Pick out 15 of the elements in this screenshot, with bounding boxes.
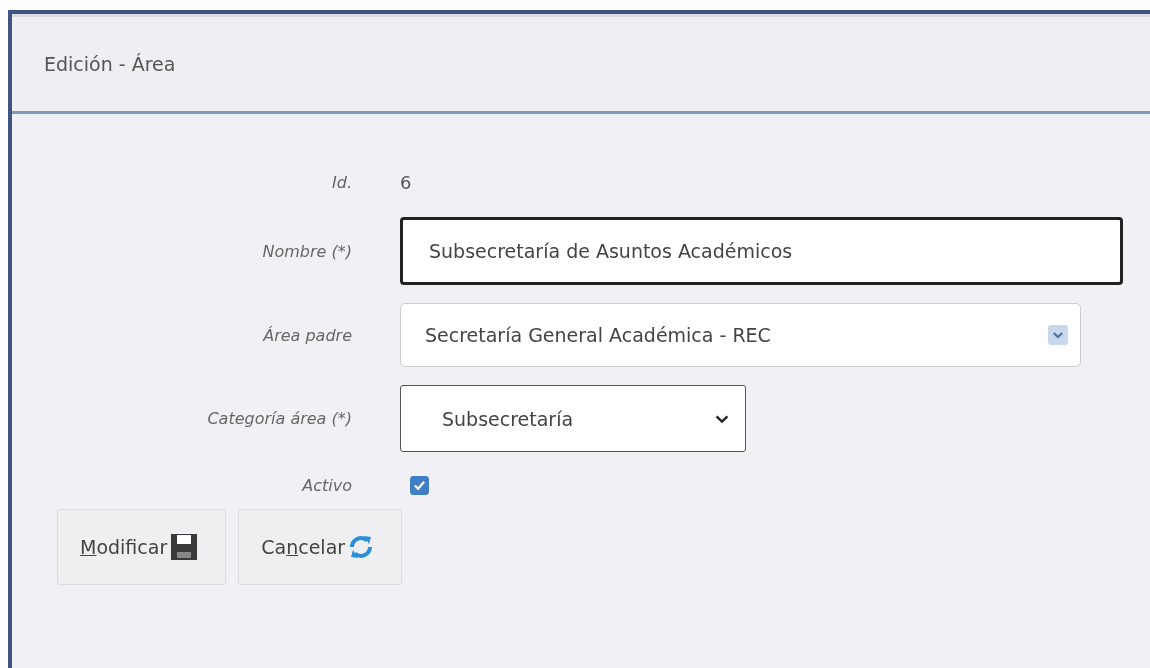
- field-label: Nombre (*): [261, 241, 352, 261]
- dropdown-icon: [1048, 325, 1068, 345]
- field-label: Categoría área (*): [206, 409, 352, 428]
- checkmark-icon: [413, 479, 426, 492]
- active-checkbox[interactable]: [410, 476, 429, 495]
- category-select[interactable]: Subsecretaría: [400, 385, 746, 452]
- field-label: Id.: [331, 173, 352, 192]
- panel-title: Edición - Área: [44, 53, 176, 75]
- field-label: Activo: [300, 476, 352, 495]
- id-value: 6: [400, 172, 413, 193]
- cancel-button[interactable]: Cancelar: [238, 509, 403, 585]
- parent-area-combo[interactable]: Secretaría General Académica - REC: [400, 303, 1081, 367]
- modify-button[interactable]: Modificar: [57, 509, 227, 585]
- name-input[interactable]: Subsecretaría de Asuntos Académicos: [400, 217, 1123, 285]
- field-label: Área padre: [261, 325, 352, 345]
